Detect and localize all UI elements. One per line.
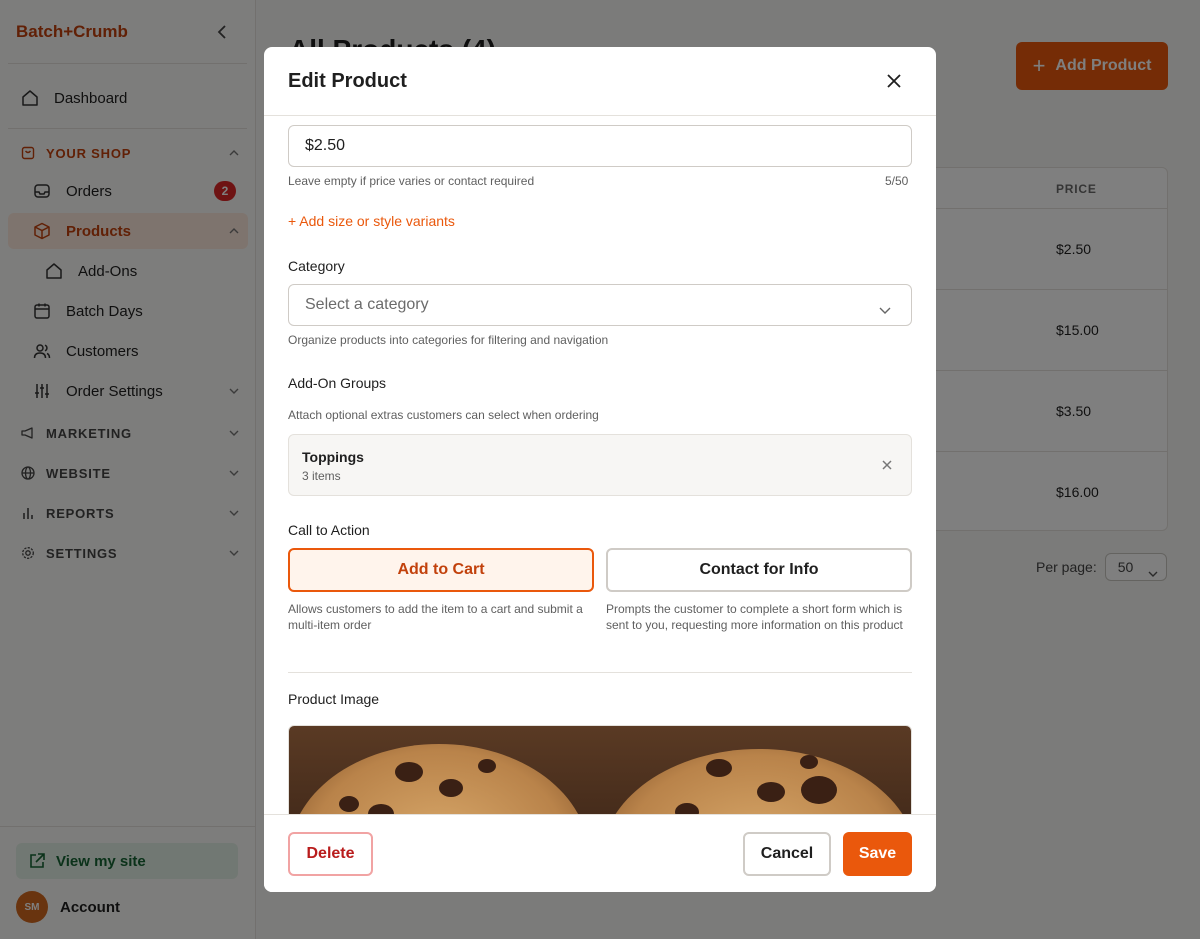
category-select[interactable]: Select a category — [288, 284, 912, 326]
edit-product-modal: Edit Product $2.50 Leave empty if price … — [264, 47, 936, 892]
product-image[interactable] — [288, 725, 912, 814]
cta-option-label: Add to Cart — [397, 561, 485, 578]
category-hint: Organize products into categories for fi… — [288, 333, 609, 347]
price-value: $2.50 — [305, 137, 346, 154]
price-hint: Leave empty if price varies or contact r… — [288, 174, 535, 188]
close-button[interactable] — [884, 71, 904, 91]
addon-groups-hint: Attach optional extras customers can sel… — [288, 408, 599, 422]
cta-add-to-cart-hint: Allows customers to add the item to a ca… — [288, 602, 583, 632]
cta-option-label: Contact for Info — [699, 561, 819, 578]
cancel-button[interactable]: Cancel — [743, 832, 831, 876]
chevron-down-icon — [879, 301, 891, 319]
addon-groups-label: Add-On Groups — [288, 375, 387, 391]
addon-group-name: Toppings — [302, 449, 364, 465]
category-label: Category — [288, 258, 345, 274]
modal-footer: Delete Cancel Save — [264, 814, 936, 892]
modal-body[interactable]: $2.50 Leave empty if price varies or con… — [264, 117, 936, 814]
add-variants-link[interactable]: + Add size or style variants — [288, 213, 455, 229]
cta-contact-option[interactable]: Contact for Info — [606, 548, 912, 592]
close-icon — [882, 460, 892, 470]
modal-title: Edit Product — [288, 70, 407, 92]
delete-button[interactable]: Delete — [288, 832, 373, 876]
divider — [288, 672, 912, 673]
close-icon — [887, 74, 901, 88]
cta-add-to-cart-option[interactable]: Add to Cart — [288, 548, 594, 592]
addon-group-count: 3 items — [302, 469, 341, 483]
save-button[interactable]: Save — [843, 832, 912, 876]
cta-label: Call to Action — [288, 522, 370, 538]
remove-addon-group-button[interactable] — [879, 457, 895, 473]
cta-contact-hint: Prompts the customer to complete a short… — [606, 602, 903, 632]
category-placeholder: Select a category — [305, 296, 429, 313]
cookie-photo — [289, 726, 911, 814]
addon-group-card: Toppings 3 items — [288, 434, 912, 496]
price-char-count: 5/50 — [885, 174, 909, 188]
modal-header: Edit Product — [264, 47, 936, 116]
product-image-label: Product Image — [288, 691, 380, 707]
price-input[interactable]: $2.50 — [288, 125, 912, 167]
